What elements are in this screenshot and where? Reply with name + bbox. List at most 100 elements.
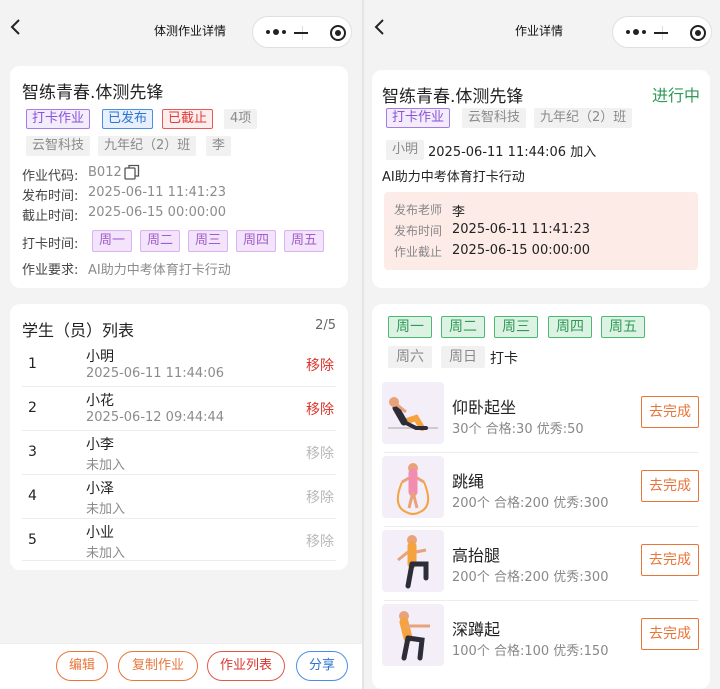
edit-button[interactable]: 编辑 <box>56 651 108 681</box>
checkin-day-fri: 周五 <box>284 230 324 252</box>
student-row: 1 小明 2025-06-11 11:44:06 移除 <box>10 342 348 386</box>
checkin-word: 打卡 <box>490 351 518 367</box>
nav-bar: 作业详情 <box>364 0 720 54</box>
minimize-icon[interactable] <box>654 32 668 34</box>
student-name: 小泽 <box>86 481 114 497</box>
day-thu: 周四 <box>548 316 592 338</box>
remove-button-disabled[interactable]: 移除 <box>306 531 334 551</box>
mini-program-capsule <box>612 16 712 48</box>
student-count: 2/5 <box>315 318 336 333</box>
homework-detail-panel: 体测作业详情 智练青春.体测先锋 打卡作业 已发布 已截止 4项 云智科技 九年… <box>0 0 362 689</box>
row-divider <box>22 560 336 561</box>
deadline-label: 截止时间: <box>22 209 79 224</box>
checkin-day-thu: 周四 <box>236 230 276 252</box>
publish-time-label: 发布时间 <box>394 224 443 238</box>
day-tue: 周二 <box>441 316 485 338</box>
requirement-value: AI助力中考体育打卡行动 <box>88 263 231 278</box>
student-status: 未加入 <box>86 502 126 517</box>
exercise-name: 仰卧起坐 <box>452 398 517 417</box>
tag-closed: 已截止 <box>162 109 214 129</box>
student-list-title: 学生（员）列表 <box>22 321 135 340</box>
code-label: 作业代码: <box>22 169 79 184</box>
checkin-day-wed: 周三 <box>188 230 228 252</box>
tag-organization: 云智科技 <box>462 108 527 128</box>
nav-title: 作业详情 <box>514 24 563 38</box>
homework-info-card: 智练青春.体测先锋 打卡作业 已发布 已截止 4项 云智科技 九年纪（2）班 李… <box>10 66 348 288</box>
exercise-item: 跳绳 200个 合格:200 优秀:300 去完成 <box>372 454 710 526</box>
requirement-label: 作业要求: <box>22 263 79 278</box>
tag-item-count: 4项 <box>224 109 258 129</box>
student-homework-panel: 作业详情 智练青春.体测先锋 进行中 打卡作业 云智科技 九年纪（2）班 小明 … <box>364 0 720 689</box>
publish-time-label: 发布时间: <box>22 189 79 204</box>
squat-figure-icon <box>382 604 444 666</box>
exercise-detail: 100个 合格:100 优秀:150 <box>452 644 609 659</box>
bottom-action-bar: 编辑 复制作业 作业列表 分享 <box>0 643 362 689</box>
student-status: 未加入 <box>86 546 126 561</box>
go-complete-button[interactable]: 去完成 <box>641 470 699 502</box>
student-no: 3 <box>28 444 37 460</box>
jump-rope-figure-icon <box>382 456 444 518</box>
high-knee-figure-icon <box>382 530 444 592</box>
more-dots-icon[interactable] <box>625 26 647 38</box>
day-sun: 周日 <box>441 346 485 368</box>
close-target-icon[interactable] <box>329 24 347 42</box>
remove-button-disabled[interactable]: 移除 <box>306 487 334 507</box>
student-row: 2 小花 2025-06-12 09:44:44 移除 <box>10 386 348 430</box>
homework-list-button[interactable]: 作业列表 <box>207 651 285 681</box>
exercise-name: 深蹲起 <box>452 620 501 639</box>
nav-title: 体测作业详情 <box>153 24 226 38</box>
checkin-day-mon: 周一 <box>92 230 132 252</box>
exercise-card: 周一 周二 周三 周四 周五 周六 周日 打卡 仰卧起坐 30个 合格:30 优… <box>372 304 710 689</box>
deadline-label: 作业截止 <box>394 245 443 259</box>
copy-icon[interactable] <box>124 164 140 180</box>
student-name: 小业 <box>86 525 114 541</box>
close-target-icon[interactable] <box>689 24 707 42</box>
exercise-item: 高抬腿 200个 合格:200 优秀:300 去完成 <box>372 528 710 600</box>
minimize-icon[interactable] <box>294 32 308 34</box>
exercise-item: 深蹲起 100个 合格:100 优秀:150 去完成 <box>372 602 710 674</box>
student-no: 1 <box>28 356 37 372</box>
exercise-detail: 200个 合格:200 优秀:300 <box>452 570 609 585</box>
copy-homework-button[interactable]: 复制作业 <box>118 651 198 681</box>
more-dots-icon[interactable] <box>265 26 287 38</box>
code-value: B012 <box>88 165 122 180</box>
day-mon: 周一 <box>388 316 432 338</box>
join-time: 2025-06-11 11:44:06 加入 <box>428 145 597 160</box>
student-row: 4 小泽 未加入 移除 <box>10 474 348 518</box>
go-complete-button[interactable]: 去完成 <box>641 396 699 428</box>
student-join-time: 2025-06-11 11:44:06 <box>86 366 225 381</box>
tag-published: 已发布 <box>102 109 154 129</box>
nav-bar: 体测作业详情 <box>0 0 362 54</box>
exercise-detail: 200个 合格:200 优秀:300 <box>452 496 609 511</box>
day-wed: 周三 <box>494 316 538 338</box>
tag-checkin-homework: 打卡作业 <box>26 109 91 129</box>
student-name: 小李 <box>86 437 114 453</box>
situp-figure-icon <box>382 382 444 444</box>
back-arrow-icon[interactable] <box>372 18 388 36</box>
tag-class: 九年纪（2）班 <box>534 108 633 128</box>
mini-program-capsule <box>252 16 352 48</box>
student-name: 小花 <box>86 393 114 409</box>
remove-button[interactable]: 移除 <box>306 355 334 375</box>
student-no: 5 <box>28 532 37 548</box>
student-list-card: 学生（员）列表 2/5 1 小明 2025-06-11 11:44:06 移除 … <box>10 304 348 570</box>
share-button[interactable]: 分享 <box>296 651 348 681</box>
remove-button-disabled[interactable]: 移除 <box>306 443 334 463</box>
student-row: 5 小业 未加入 移除 <box>10 518 348 562</box>
tag-teacher: 李 <box>206 136 232 156</box>
go-complete-button[interactable]: 去完成 <box>641 618 699 650</box>
row-divider <box>384 452 698 453</box>
student-join-time: 2025-06-12 09:44:44 <box>86 410 225 425</box>
go-complete-button[interactable]: 去完成 <box>641 544 699 576</box>
checkin-day-tue: 周二 <box>140 230 180 252</box>
deadline-value: 2025-06-15 00:00:00 <box>452 243 591 258</box>
exercise-name: 跳绳 <box>452 472 485 491</box>
exercise-detail: 30个 合格:30 优秀:50 <box>452 422 584 437</box>
row-divider <box>384 526 698 527</box>
remove-button[interactable]: 移除 <box>306 399 334 419</box>
day-sat: 周六 <box>388 346 432 368</box>
day-fri: 周五 <box>601 316 645 338</box>
homework-title: 智练青春.体测先锋 <box>382 87 524 107</box>
back-arrow-icon[interactable] <box>8 18 24 36</box>
student-no: 2 <box>28 400 37 416</box>
